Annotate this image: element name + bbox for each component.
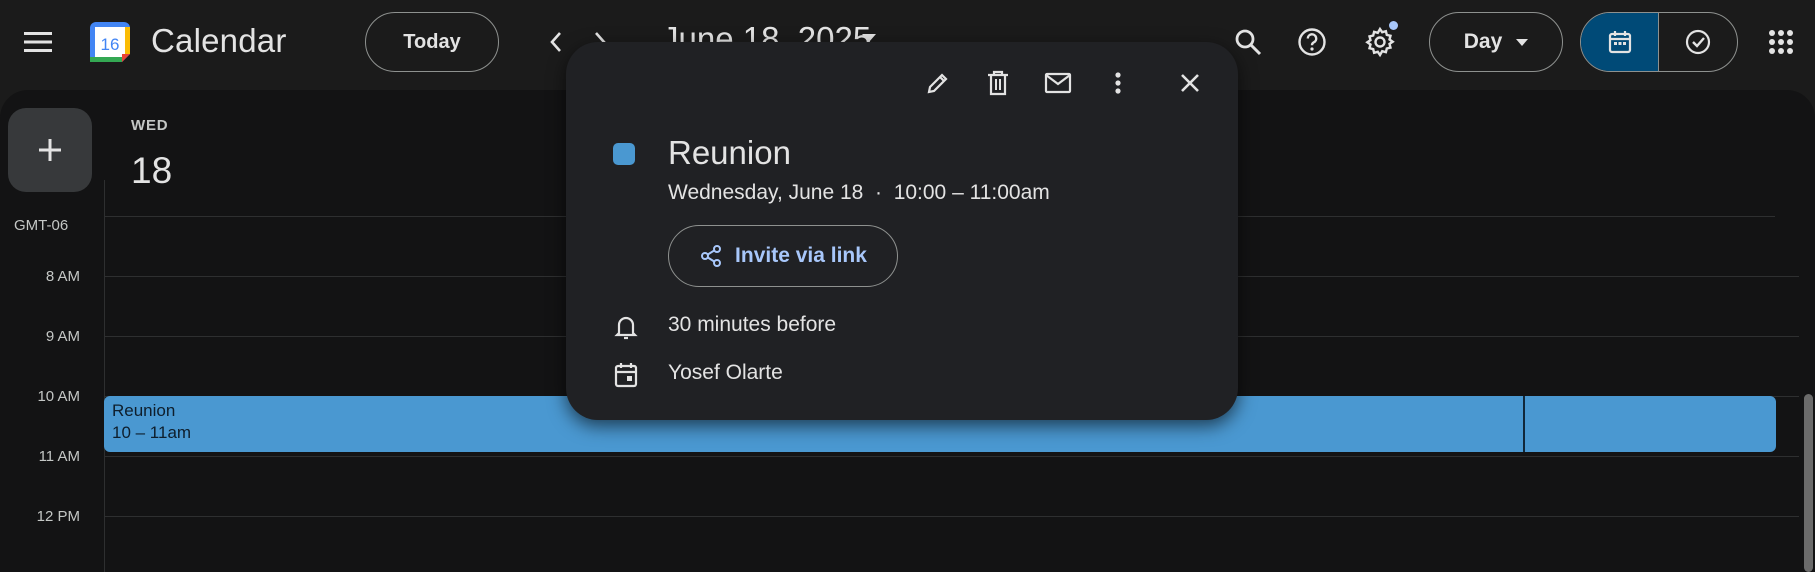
chevron-left-icon: [550, 32, 561, 52]
apps-grid-icon: [1769, 30, 1793, 54]
task-check-icon: [1685, 29, 1711, 55]
hour-label: 8 AM: [45, 268, 80, 285]
hour-label: 10 AM: [37, 388, 80, 405]
hour-label: 11 AM: [38, 448, 80, 465]
caret-down-icon[interactable]: [862, 34, 876, 42]
popup-event-title: Reunion: [668, 134, 791, 171]
today-button[interactable]: Today: [365, 12, 499, 72]
create-event-button[interactable]: [8, 108, 92, 192]
gear-icon: [1365, 26, 1395, 58]
timezone-label: GMT-06: [14, 217, 69, 234]
calendar-icon: [1608, 31, 1631, 54]
calendar-owner-name: Yosef Olarte: [668, 361, 783, 384]
hamburger-menu-icon: [24, 32, 52, 52]
calendar-view-toggle[interactable]: [1581, 13, 1659, 71]
trash-icon: [988, 70, 1008, 96]
weekday-label: WED: [131, 117, 169, 134]
tasks-view-toggle[interactable]: [1659, 13, 1737, 71]
scrollbar-thumb[interactable]: [1804, 394, 1813, 572]
hour-label: 9 AM: [45, 328, 80, 345]
email-guests-button[interactable]: [1038, 63, 1078, 103]
help-button[interactable]: [1288, 18, 1336, 66]
hour-line: [104, 516, 1799, 517]
popup-event-datetime: Wednesday, June 18 · 10:00 – 11:00am: [668, 181, 1050, 204]
help-icon: [1298, 28, 1326, 56]
calendar-owner-icon-wrap: [606, 355, 646, 395]
calendar-event-icon: [614, 363, 638, 388]
event-time: 10 – 11am: [112, 423, 192, 442]
event-details-popup: Reunion Wednesday, June 18 · 10:00 – 11:…: [566, 42, 1238, 420]
time-gutter-divider: [104, 180, 105, 572]
notification-dot: [1389, 21, 1398, 30]
calendar-logo[interactable]: 16: [86, 18, 134, 66]
hour-line: [104, 456, 1799, 457]
search-icon: [1235, 29, 1262, 56]
main-menu-button[interactable]: [14, 18, 62, 66]
edit-event-button[interactable]: [918, 63, 958, 103]
plus-icon: [39, 139, 61, 161]
delete-event-button[interactable]: [978, 63, 1018, 103]
settings-button[interactable]: [1356, 18, 1404, 66]
reminder-bell: [606, 307, 646, 347]
event-overlap-edge: [1523, 396, 1525, 452]
close-icon: [1181, 74, 1199, 92]
day-number[interactable]: 18: [131, 150, 172, 192]
more-vert-icon: [1115, 72, 1121, 94]
event-color-swatch: [613, 143, 635, 165]
calendar-tasks-toggle: [1580, 12, 1738, 72]
more-options-button[interactable]: [1098, 63, 1138, 103]
hour-label: 12 PM: [36, 508, 80, 525]
mail-icon: [1044, 72, 1072, 94]
reminder-text: 30 minutes before: [668, 313, 837, 336]
close-popup-button[interactable]: [1170, 63, 1210, 103]
app-title: Calendar: [151, 22, 287, 59]
caret-down-icon: [1516, 38, 1529, 46]
view-selector-button[interactable]: Day: [1429, 12, 1563, 72]
pencil-icon: [927, 73, 948, 94]
bell-icon: [614, 316, 638, 340]
invite-via-link-button[interactable]: Invite via link: [668, 225, 898, 287]
google-apps-button[interactable]: [1757, 18, 1805, 66]
share-icon: [701, 245, 722, 267]
logo-number: 16: [101, 35, 120, 54]
google-calendar-logo-icon: 16: [90, 22, 130, 62]
view-selector-label: Day: [1463, 30, 1503, 53]
invite-via-link-label: Invite via link: [735, 244, 867, 267]
